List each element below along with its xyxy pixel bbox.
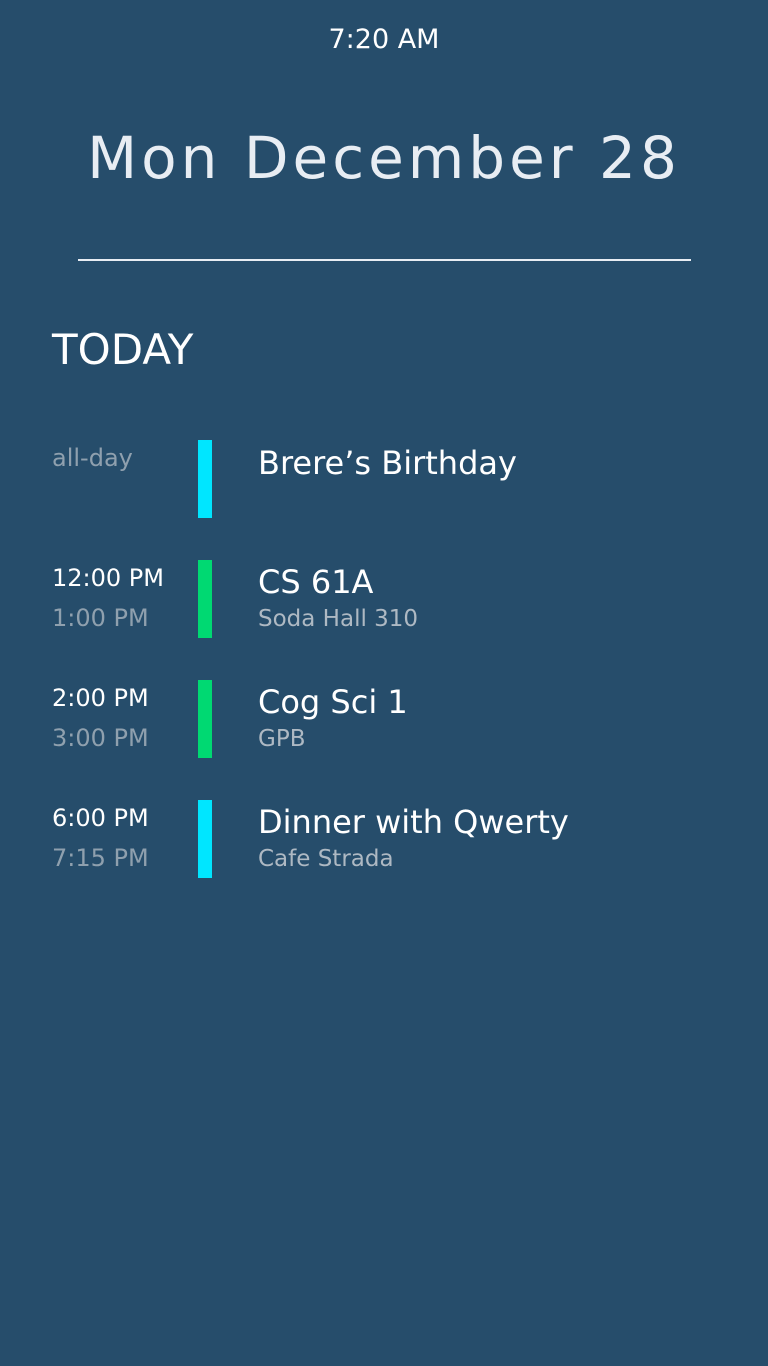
- event-end-time: 7:15 PM: [52, 844, 149, 872]
- event-title: CS 61A: [258, 563, 374, 601]
- event-end-time: 1:00 PM: [52, 604, 149, 632]
- event-item-dinner[interactable]: 6:00 PM 7:15 PM Dinner with Qwerty Cafe …: [0, 800, 768, 878]
- event-times: 6:00 PM 7:15 PM: [52, 800, 192, 876]
- event-color-bar: [198, 680, 212, 758]
- event-start-time: 2:00 PM: [52, 684, 149, 712]
- event-location: Soda Hall 310: [258, 606, 419, 632]
- event-location: GPB: [258, 726, 306, 752]
- event-location: Cafe Strada: [258, 846, 394, 872]
- event-times: 12:00 PM 1:00 PM: [52, 560, 192, 636]
- section-title-today: TODAY: [52, 325, 194, 374]
- event-color-bar: [198, 560, 212, 638]
- event-info: Brere’s Birthday: [258, 440, 738, 486]
- event-info: CS 61A Soda Hall 310: [258, 560, 738, 634]
- event-item-cogsci[interactable]: 2:00 PM 3:00 PM Cog Sci 1 GPB: [0, 680, 768, 758]
- event-title: Dinner with Qwerty: [258, 803, 569, 841]
- header-divider: [78, 259, 691, 261]
- event-title: Cog Sci 1: [258, 683, 408, 721]
- event-times: 2:00 PM 3:00 PM: [52, 680, 192, 756]
- event-info: Cog Sci 1 GPB: [258, 680, 738, 754]
- event-color-bar: [198, 800, 212, 878]
- event-item-birthday[interactable]: all-day Brere’s Birthday: [0, 440, 768, 518]
- event-start-time: 6:00 PM: [52, 804, 149, 832]
- event-item-cs61a[interactable]: 12:00 PM 1:00 PM CS 61A Soda Hall 310: [0, 560, 768, 638]
- event-times: all-day: [52, 440, 192, 476]
- event-title: Brere’s Birthday: [258, 444, 517, 482]
- date-heading: Mon December 28: [87, 124, 681, 192]
- event-info: Dinner with Qwerty Cafe Strada: [258, 800, 738, 874]
- status-bar-time: 7:20 AM: [328, 24, 440, 55]
- event-color-bar: [198, 440, 212, 518]
- event-start-time: 12:00 PM: [52, 564, 164, 592]
- event-end-time: 3:00 PM: [52, 724, 149, 752]
- event-all-day-label: all-day: [52, 444, 133, 472]
